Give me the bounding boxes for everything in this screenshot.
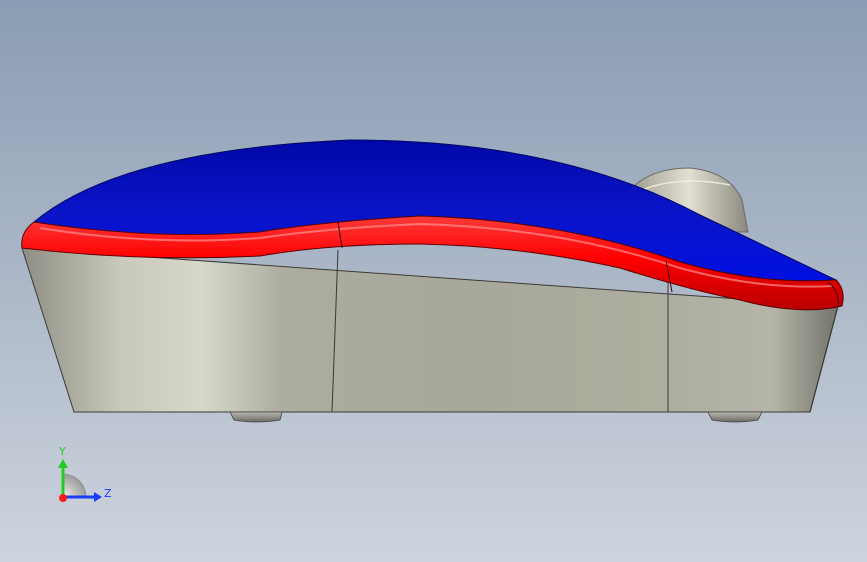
x-axis-dot-icon bbox=[59, 494, 67, 502]
z-axis-label: Z bbox=[104, 487, 112, 500]
mouse-foot-rear bbox=[707, 411, 763, 423]
y-axis-label: Y bbox=[58, 445, 66, 458]
graphics-viewport[interactable]: Y Z bbox=[0, 0, 867, 562]
scene-canvas[interactable]: Y Z bbox=[0, 0, 867, 562]
mouse-foot-front bbox=[229, 411, 283, 423]
